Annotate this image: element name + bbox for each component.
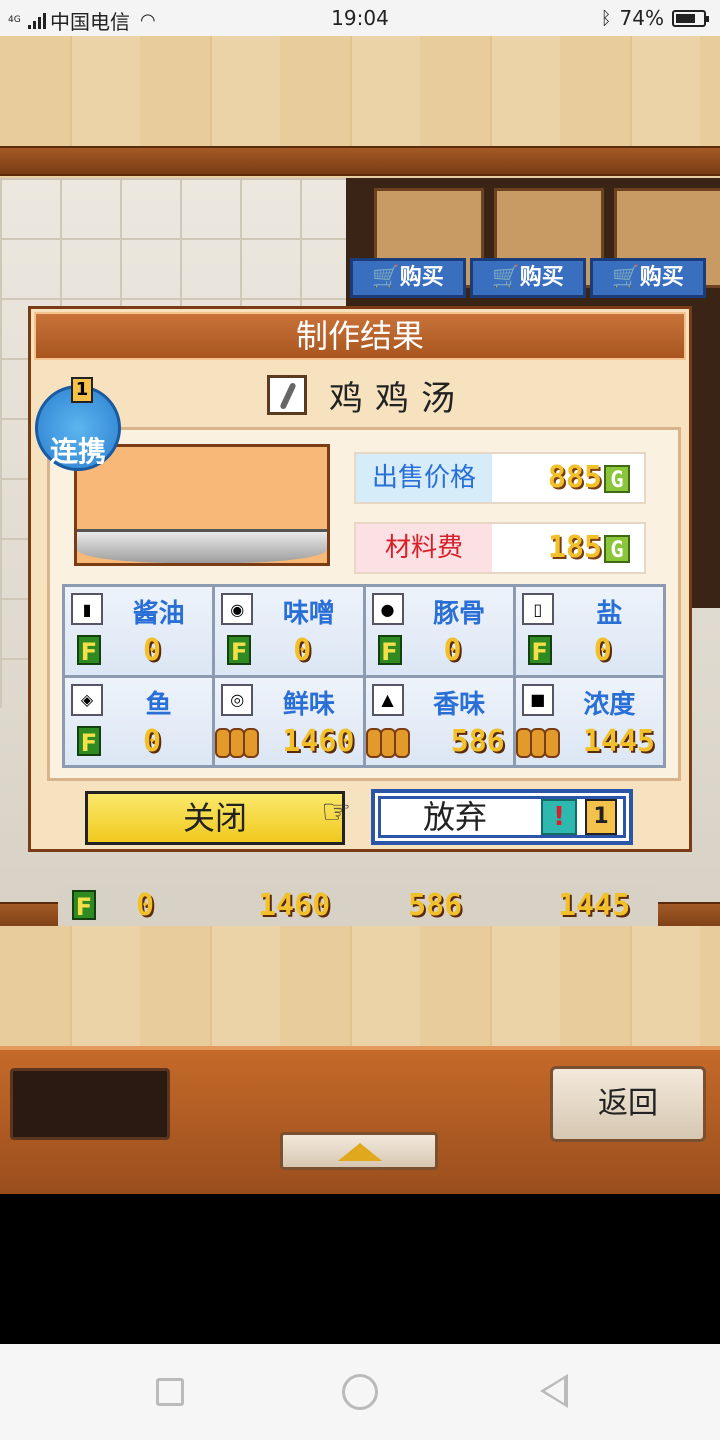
f-rank-icon: F xyxy=(527,635,552,666)
stat-cell: ▯ 盐 F 0 xyxy=(515,587,663,675)
buy-button[interactable]: 🛒购买 xyxy=(470,258,586,298)
fish-icon: ◈ xyxy=(71,683,103,716)
stat-cell: ◈ 鱼 F 0 xyxy=(65,677,213,765)
status-right: ᛒ 74% xyxy=(600,6,709,30)
behind-value: 1445 xyxy=(558,888,631,923)
combo-label: 连携 xyxy=(49,435,106,468)
stat-value: 0 xyxy=(593,633,612,668)
stat-name: 鲜味 xyxy=(282,689,335,720)
upper-beam xyxy=(0,146,720,176)
behind-value: 586 xyxy=(408,888,463,923)
battery-icon xyxy=(672,9,709,27)
combo-count: 1 xyxy=(71,377,93,403)
stat-value: 1445 xyxy=(582,723,655,759)
coin-stack-icon xyxy=(215,727,260,758)
stat-name: 香味 xyxy=(433,689,486,720)
buy-label: 购买 xyxy=(399,265,444,290)
pot-image xyxy=(77,529,327,563)
abandon-label: 放弃 xyxy=(423,798,488,836)
expand-up-button[interactable] xyxy=(280,1132,438,1170)
stat-value: 586 xyxy=(450,723,505,759)
stat-cell: ▮ 酱油 F 0 xyxy=(65,587,213,675)
sell-price-row: 出售价格 885 G xyxy=(354,452,646,504)
stat-cell: ◎ 鲜味 1460 xyxy=(215,677,363,765)
f-rank-icon: F xyxy=(377,635,402,666)
stat-value: 0 xyxy=(443,633,462,668)
nav-bar xyxy=(0,1344,720,1440)
salt-icon: ▯ xyxy=(521,593,554,625)
stat-name: 浓度 xyxy=(583,689,636,720)
buy-button[interactable]: 🛒购买 xyxy=(350,258,466,298)
richness-icon: ■ xyxy=(521,683,554,716)
stat-cell: ■ 浓度 1445 xyxy=(515,677,663,765)
stat-cell: ◉ 味噌 F 0 xyxy=(215,587,363,675)
f-rank-icon: F xyxy=(77,725,101,757)
stats-grid: ▮ 酱油 F 0 ◉ 味噌 F 0 ● 豚骨 F 0 ▯ 盐 F 0 ◈ 鱼 F 0 ◎ 鲜味 1460 ▲ 香味 586 ■ 浓度 1… xyxy=(62,584,666,768)
stat-cell: ▲ 香味 586 xyxy=(365,677,513,765)
pork-bone-icon: ● xyxy=(371,593,404,625)
stat-name: 盐 xyxy=(596,599,623,629)
miso-icon: ◉ xyxy=(221,593,254,625)
stat-name: 鱼 xyxy=(145,689,172,720)
abandon-count: 1 xyxy=(585,799,617,835)
buy-button[interactable]: 🛒购买 xyxy=(590,258,706,298)
stat-name: 味噌 xyxy=(282,599,335,629)
stat-value: 0 xyxy=(143,633,162,668)
f-rank-icon: F xyxy=(72,890,96,921)
material-cost-label: 材料费 xyxy=(356,524,492,572)
cart-icon: 🛒 xyxy=(372,265,400,290)
home-icon[interactable] xyxy=(342,1374,378,1410)
result-dialog: 制作结果 鸡鸡汤 出售价格 885 G 材料费 185 G ▮ 酱油 F 0 ◉ 味噌 F 0 ● 豚… xyxy=(28,306,692,852)
cart-icon: 🛒 xyxy=(492,265,520,290)
back-button[interactable]: 返回 xyxy=(550,1066,706,1142)
buy-label: 购买 xyxy=(639,265,684,290)
soy-sauce-icon: ▮ xyxy=(71,593,103,625)
stat-value: 0 xyxy=(293,633,312,668)
dish-header: 鸡鸡汤 xyxy=(267,373,467,419)
behind-stats-row: F 0 1460 586 1445 xyxy=(58,886,658,926)
gold-icon: G xyxy=(604,464,630,493)
bluetooth-icon: ᛒ xyxy=(600,7,612,29)
screen: 4G 中国电信 ◠ 19:04 ᛒ 74% 🛒购买 🛒购买 🛒购买 返回 F 0… xyxy=(0,0,720,1440)
buy-label: 购买 xyxy=(519,265,564,290)
f-rank-icon: F xyxy=(227,635,252,666)
arrow-up-icon xyxy=(338,1143,382,1161)
sell-price-label: 出售价格 xyxy=(356,454,492,502)
warning-icon: ! xyxy=(541,799,577,835)
info-panel xyxy=(10,1068,170,1140)
stat-name: 豚骨 xyxy=(433,599,486,629)
back-icon[interactable] xyxy=(540,1374,568,1408)
material-cost-value: 185 G xyxy=(492,524,644,572)
close-button[interactable]: 关闭 xyxy=(85,791,345,845)
lower-wall xyxy=(0,926,720,1046)
pointing-hand-icon: ☞ xyxy=(321,792,352,832)
f-rank-icon: F xyxy=(77,635,101,666)
behind-value: 1460 xyxy=(258,888,331,923)
umami-icon: ◎ xyxy=(221,683,254,716)
recents-icon[interactable] xyxy=(156,1378,184,1406)
upper-wall xyxy=(0,36,720,146)
abandon-button[interactable]: 放弃 ! 1 xyxy=(371,789,633,845)
gold-icon: G xyxy=(604,534,630,563)
result-panel: 出售价格 885 G 材料费 185 G ▮ 酱油 F 0 ◉ 味噌 F 0 ● 豚骨 F 0 ▯ 盐 F 0 ◈ 鱼… xyxy=(47,427,681,781)
stat-value: 1460 xyxy=(282,723,355,759)
coin-stack-icon xyxy=(515,727,560,758)
stat-cell: ● 豚骨 F 0 xyxy=(365,587,513,675)
cart-icon: 🛒 xyxy=(612,265,640,290)
aroma-icon: ▲ xyxy=(371,683,404,716)
status-bar: 4G 中国电信 ◠ 19:04 ᛒ 74% xyxy=(0,0,720,36)
spoon-icon xyxy=(267,375,307,415)
stat-name: 酱油 xyxy=(132,599,185,629)
material-cost-row: 材料费 185 G xyxy=(354,522,646,574)
dialog-title: 制作结果 xyxy=(34,312,686,360)
battery-percent: 74% xyxy=(619,6,664,30)
dish-name: 鸡鸡汤 xyxy=(329,378,467,419)
sell-price-value: 885 G xyxy=(492,454,644,502)
coin-stack-icon xyxy=(365,727,410,758)
behind-value: 0 xyxy=(136,888,155,923)
stat-value: 0 xyxy=(143,723,162,759)
